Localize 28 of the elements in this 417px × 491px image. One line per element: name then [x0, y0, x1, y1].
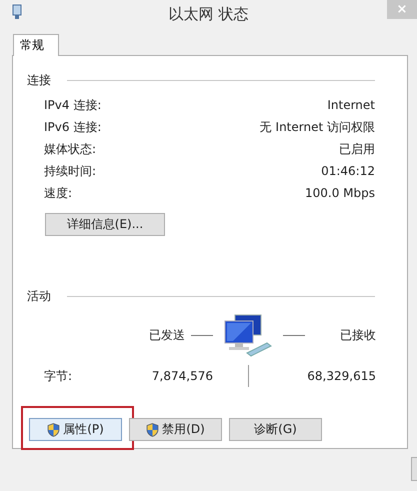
section-heading: 连接 [27, 72, 51, 89]
action-button[interactable]: 诊断(G) [229, 418, 322, 441]
field-value: Internet [327, 97, 375, 113]
shield-icon [47, 422, 60, 436]
field-value: 无 Internet 访问权限 [260, 119, 375, 135]
field-value: 100.0 Mbps [304, 185, 375, 201]
field-label: IPv6 连接: [44, 119, 102, 135]
tab[interactable]: 常规 [13, 34, 59, 56]
cut-off-button[interactable] [411, 457, 417, 481]
network-computers-icon [223, 313, 273, 357]
section-heading: 活动 [27, 288, 51, 305]
field-label: 持续时间: [44, 163, 96, 179]
sent-label: 已发送 [149, 327, 185, 343]
bytes-sent-value: 7,874,576 [152, 368, 213, 384]
shield-icon [146, 422, 160, 436]
field-value: 01:46:12 [321, 163, 375, 179]
field-label: 媒体状态: [44, 141, 96, 157]
details-button[interactable]: 详细信息(E)... [45, 213, 165, 236]
field-value: 已启用 [339, 141, 375, 157]
action-button[interactable]: 禁用(D) [129, 418, 222, 441]
received-label: 已接收 [340, 327, 376, 343]
action-button[interactable]: 属性(P) [29, 418, 122, 441]
bytes-received-value: 68,329,615 [307, 368, 376, 384]
window-title: 以太网 状态 [168, 5, 248, 24]
field-label: IPv4 连接: [44, 97, 102, 113]
bytes-label: 字节: [44, 368, 74, 384]
field-label: 速度: [44, 185, 72, 201]
network-adapter-icon [12, 4, 22, 20]
